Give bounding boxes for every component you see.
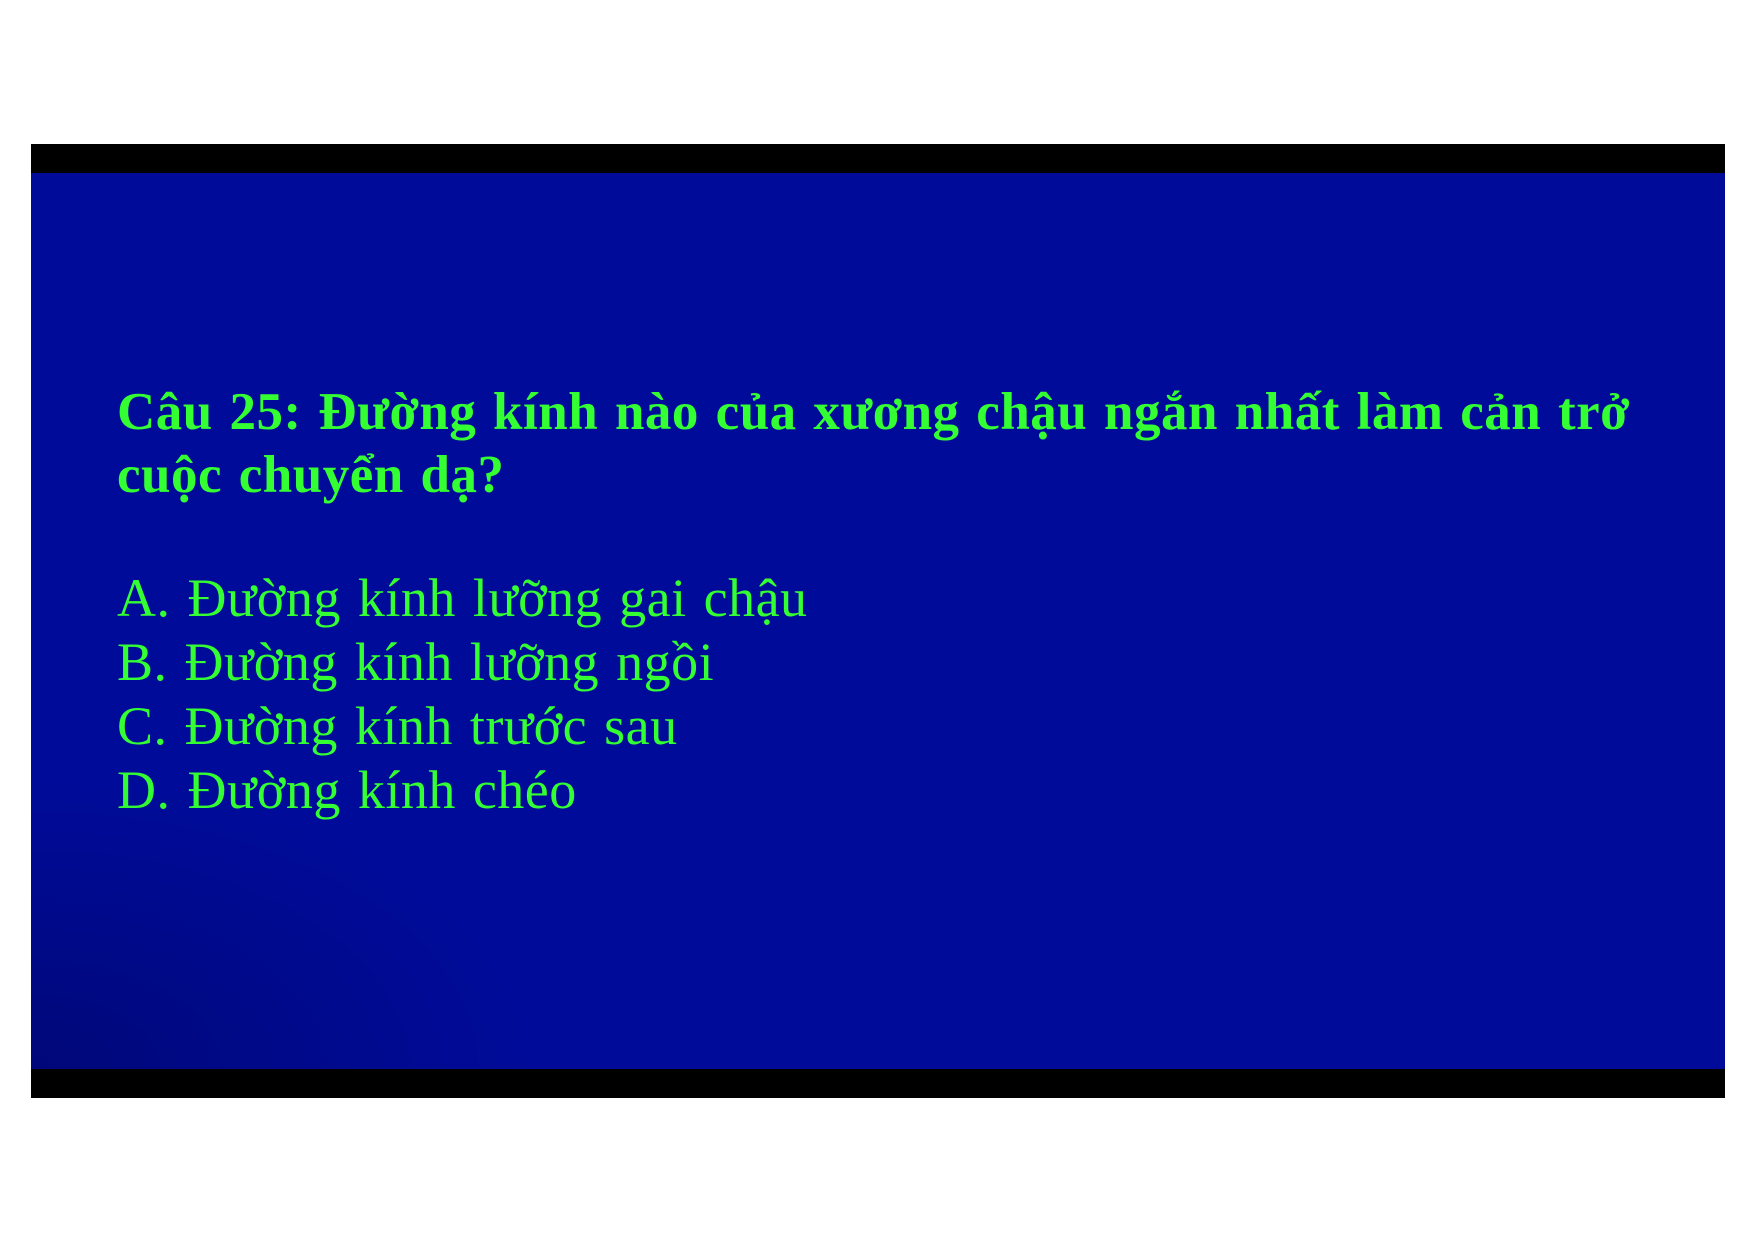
answer-list: A. Đường kính lưỡng gai chậu B. Đường kí… [117, 566, 808, 822]
question-text: Câu 25: Đường kính nào của xương chậu ng… [117, 383, 1630, 504]
slide-frame: Câu 25: Đường kính nào của xương chậu ng… [31, 144, 1725, 1098]
page: Câu 25: Đường kính nào của xương chậu ng… [0, 0, 1755, 1240]
answer-option-d: D. Đường kính chéo [117, 760, 577, 820]
answer-option-a: A. Đường kính lưỡng gai chậu [117, 568, 808, 628]
slide: Câu 25: Đường kính nào của xương chậu ng… [31, 173, 1725, 1069]
answer-option-b: B. Đường kính lưỡng ngồi [117, 632, 715, 692]
answer-option-c: C. Đường kính trước sau [117, 696, 678, 756]
